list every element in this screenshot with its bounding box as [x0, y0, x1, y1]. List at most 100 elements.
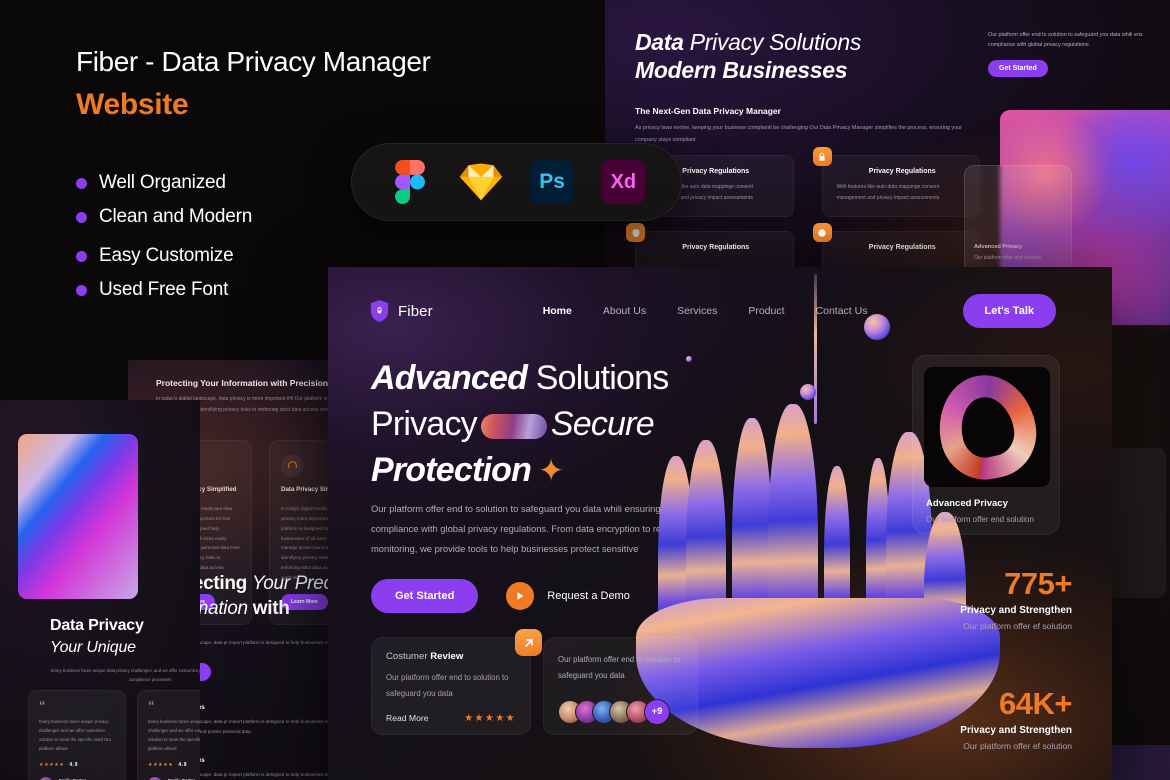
rating-stars: ★★★★★ 4.9 — [148, 762, 200, 768]
bg-topright-heading-c: Modern Businesses — [635, 57, 848, 84]
splash-drop — [800, 384, 816, 400]
bullet-dot-icon — [76, 177, 87, 189]
advanced-privacy-card[interactable]: Advanced Privacy Our platform offer end … — [912, 355, 1060, 535]
lets-talk-button[interactable]: Let's Talk — [962, 294, 1056, 328]
feature-item: Easy Customize — [76, 245, 252, 267]
farleft-artwork — [18, 434, 138, 599]
h2-d: with — [252, 597, 290, 619]
feature-item: Clean and Modern — [76, 206, 252, 228]
rating-value: 4.9 — [69, 761, 79, 768]
get-started-button[interactable]: Get Started — [371, 579, 479, 613]
gradient-pill-decoration — [480, 414, 547, 440]
play-icon — [506, 582, 535, 610]
feature-item: Used Free Font — [76, 279, 252, 301]
hero-nav-menu: Home About Us Services Product Contact U… — [543, 305, 868, 317]
testimonial-body: Every business faces unique privacy chal… — [39, 718, 112, 751]
stat-sub: Our platform offer ef solution — [963, 621, 1072, 632]
avatar-card-body: Our platform offer end to solution to sa… — [558, 655, 681, 681]
feature-item: Well Organized — [76, 172, 252, 194]
nav-item-home[interactable]: Home — [543, 305, 572, 317]
stat-title: Privacy and Strengthen — [960, 605, 1072, 617]
learn-more-button[interactable]: Learn More — [281, 593, 328, 610]
photoshop-icon[interactable]: Ps — [529, 159, 575, 205]
logo-text: Fiber — [398, 302, 433, 320]
testimonial-row: “ Every business faces unique privacy ch… — [28, 690, 200, 780]
hero-cta-row: Get Started Request a Demo — [371, 579, 630, 613]
splash-column — [768, 404, 818, 628]
nav-item-contact-us[interactable]: Contact Us — [816, 305, 868, 317]
review-title-a: Costumer — [386, 651, 431, 662]
splash-drop — [686, 356, 692, 362]
bg-topright-side: Our platform offer end to solution to sa… — [988, 30, 1148, 77]
figma-icon[interactable] — [387, 159, 433, 205]
bg-topright-heading: Data Privacy Solutions Modern Businesses — [635, 28, 1140, 84]
bg-topright-heading-b: Privacy Solutions — [683, 29, 862, 55]
nav-item-services[interactable]: Services — [677, 305, 717, 317]
card-subtitle: Our platform offer end solution — [926, 515, 1034, 524]
xd-label: Xd — [601, 160, 646, 204]
page-title: Fiber - Data Privacy Manager — [76, 46, 431, 77]
bullet-dot-icon — [76, 284, 87, 296]
fl-h-a: Data Privacy — [50, 617, 144, 634]
farleft-para: Every business faces unique data privacy… — [50, 668, 200, 683]
feature-label: Clean and Modern — [99, 206, 253, 227]
stat-title: Privacy and Strengthen — [960, 725, 1072, 737]
nav-item-about-us[interactable]: About Us — [603, 305, 646, 317]
testimonial-card[interactable]: “ Every business faces unique privacy ch… — [28, 690, 126, 780]
rating-value: 4.9 — [178, 761, 188, 768]
bullet-dot-icon — [76, 211, 87, 223]
splash-drop — [864, 314, 890, 340]
customer-review-card[interactable]: Costumer Review Our platform offer end t… — [371, 629, 542, 735]
review-footer: Read More ★★★★★ — [386, 713, 516, 724]
splash-column — [824, 466, 850, 616]
card-body: With features like auto data mappinge co… — [836, 184, 940, 201]
avatar-more-count: +9 — [644, 698, 670, 725]
avatar-group-card[interactable]: Our platform offer end to solution to sa… — [543, 637, 698, 735]
review-title: Costumer Review — [386, 651, 516, 662]
hero-website-mockup: Fiber Home About Us Services Product Con… — [328, 267, 1112, 780]
sparkle-icon: ✦ — [538, 453, 564, 489]
loop-artwork — [929, 367, 1045, 487]
splash-thread — [814, 274, 817, 424]
card-title: Privacy Regulations — [868, 168, 936, 175]
card-title: Privacy Regulations — [682, 244, 750, 251]
bg-topright-subpara: As privacy laws evolve, keeping your bus… — [635, 125, 962, 143]
testimonial-card[interactable]: “ Every business faces unique privacy ch… — [137, 690, 200, 780]
photoshop-label: Ps — [530, 160, 575, 204]
background-screen-farleft: Data Privacy Your Unique Every business … — [0, 400, 200, 780]
rating-stars: ★★★★★ 4.9 — [39, 762, 115, 768]
review-title-b: Review — [430, 651, 464, 662]
heading-advanced: Advanced — [371, 359, 528, 397]
quote-icon: “ — [39, 698, 46, 713]
glass-card-sub: Our platform offer end solution — [974, 255, 1042, 261]
farleft-heading: Data Privacy Your Unique — [50, 615, 200, 658]
review-body: Our platform offer end to solution to sa… — [386, 673, 509, 698]
glass-card-title: Advanced Privacy — [974, 244, 1023, 250]
sketch-icon[interactable] — [458, 159, 504, 205]
fl-h-b: Your Unique — [50, 638, 136, 656]
shield-lock-icon — [370, 300, 389, 322]
lock-icon — [812, 147, 832, 166]
heading-privacy: Privacy — [371, 405, 478, 444]
logo[interactable]: Fiber — [370, 300, 433, 322]
poster-canvas: Data Privacy Solutions Modern Businesses… — [0, 0, 1170, 780]
stat-block: 64K+ Privacy and Strengthen Our platform… — [892, 686, 1072, 752]
privacy-regulation-card[interactable]: Privacy Regulations With features like a… — [812, 147, 980, 217]
app-format-pill: Ps Xd — [351, 143, 682, 221]
nav-item-product[interactable]: Product — [748, 305, 784, 317]
bg-topright-side-text: Our platform offer end to solution to sa… — [988, 32, 1143, 49]
xd-icon[interactable]: Xd — [600, 159, 646, 205]
rating-stars: ★★★★★ — [464, 712, 516, 724]
card-title: Privacy Regulations — [868, 244, 936, 251]
read-more-link[interactable]: Read More — [386, 713, 429, 723]
stat-sub: Our platform offer ef solution — [963, 741, 1072, 752]
bg-topright-get-started-button[interactable]: Get Started — [988, 59, 1048, 77]
avatar-group: +9 — [558, 698, 683, 725]
stat-value: 64K+ — [999, 686, 1072, 721]
arrow-up-right-icon[interactable] — [515, 629, 542, 656]
bg-topright-heading-a: Data — [635, 29, 684, 55]
bg-topright-subheading: The Next-Gen Data Privacy Manager — [635, 106, 781, 117]
shield-icon — [626, 223, 645, 242]
request-demo-button[interactable]: Request a Demo — [506, 582, 630, 610]
heading-protection: Protection — [371, 451, 532, 490]
